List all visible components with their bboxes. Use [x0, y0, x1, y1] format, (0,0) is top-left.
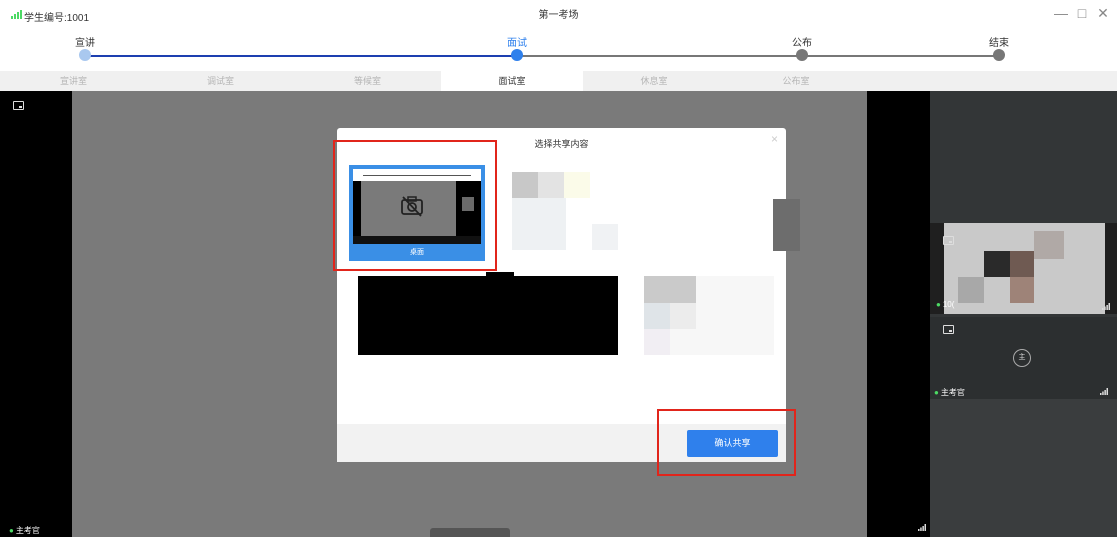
progress-line-pending: [517, 55, 999, 57]
blurred-video-block: [958, 277, 984, 303]
screen-share-icon[interactable]: [13, 101, 24, 110]
signal-bars-icon: [918, 524, 926, 531]
participant-panel: ● 10( 主 ● 主考官: [930, 91, 1117, 537]
tab-waiting-room[interactable]: 等候室: [294, 71, 441, 91]
signal-bars-icon: [1102, 303, 1110, 310]
tab-interview-room[interactable]: 面试室: [441, 71, 583, 91]
window-thumbnail-blurred: [644, 303, 670, 329]
tab-lecture-room[interactable]: 宣讲室: [0, 71, 147, 91]
panel-lower-area: [930, 399, 1117, 537]
window-thumbnail-blurred: [564, 172, 590, 198]
maximize-button[interactable]: □: [1073, 4, 1091, 22]
dialog-scrollbar[interactable]: [773, 199, 800, 251]
step-dot-end: [993, 49, 1005, 61]
blurred-video-block: [1034, 231, 1064, 259]
examiner-mic-label: ● 主考官: [934, 388, 965, 397]
step-label-announce: 公布: [792, 38, 812, 49]
window-thumbnail-blurred[interactable]: [512, 172, 538, 198]
window-thumbnail-blurred: [538, 172, 564, 198]
participant-video-tile: ● 10(: [930, 223, 1117, 314]
step-dot-interview: [511, 49, 523, 61]
screen-share-icon[interactable]: [943, 325, 954, 334]
microphone-icon: ●: [936, 300, 941, 309]
volume-label: ● 10(: [936, 300, 955, 309]
app-window: 学生编号:1001 第一考场 — □ ✕ 宣讲 面试 公布 结束 宣讲室 调试室…: [0, 0, 1117, 537]
tab-rest-room[interactable]: 休息室: [583, 71, 725, 91]
highlight-confirm: [657, 409, 796, 476]
step-label-end: 结束: [989, 38, 1009, 49]
tab-debug-room[interactable]: 调试室: [147, 71, 294, 91]
microphone-icon: ●: [9, 526, 14, 535]
microphone-icon: ●: [934, 388, 939, 397]
blurred-video-block: [1010, 251, 1034, 277]
left-video-tile: ● 主考官: [0, 91, 72, 537]
window-thumbnail-blurred: [512, 198, 566, 250]
title-bar: 学生编号:1001 第一考场 — □ ✕: [0, 0, 1117, 28]
highlight-desktop: [333, 140, 497, 271]
minimize-button[interactable]: —: [1052, 4, 1070, 22]
step-dot-lecture: [79, 49, 91, 61]
window-thumbnail-blurred: [592, 224, 618, 250]
window-thumbnail-blurred: [644, 329, 670, 355]
blurred-video-block: [1010, 277, 1034, 303]
window-thumbnail-black-top: [486, 272, 514, 280]
step-dot-announce: [796, 49, 808, 61]
progress-steps: 宣讲 面试 公布 结束: [0, 28, 1117, 68]
left-mic-label: ● 主考官: [9, 526, 40, 535]
bottom-floating-bar[interactable]: [430, 528, 510, 537]
close-window-button[interactable]: ✕: [1094, 4, 1112, 22]
step-label-lecture: 宣讲: [75, 38, 95, 49]
avatar: 主: [1013, 349, 1031, 367]
screen-share-icon[interactable]: [943, 236, 954, 245]
window-thumbnail-black[interactable]: [358, 276, 618, 355]
window-thumbnail-blurred: [670, 303, 696, 329]
examiner-tile: 主 ● 主考官: [930, 317, 1117, 399]
progress-line-done: [85, 55, 517, 57]
step-label-interview: 面试: [507, 38, 527, 49]
venue-title: 第一考场: [538, 10, 579, 21]
dialog-close-button[interactable]: ×: [771, 132, 778, 146]
tab-announce-room[interactable]: 公布室: [725, 71, 867, 91]
room-tabs: 宣讲室 调试室 等候室 面试室 休息室 公布室: [0, 71, 1117, 91]
window-thumbnail-blurred: [644, 276, 696, 303]
blurred-video-block: [984, 251, 1010, 277]
right-video-strip: [867, 91, 930, 537]
signal-bars-icon: [1100, 388, 1108, 395]
